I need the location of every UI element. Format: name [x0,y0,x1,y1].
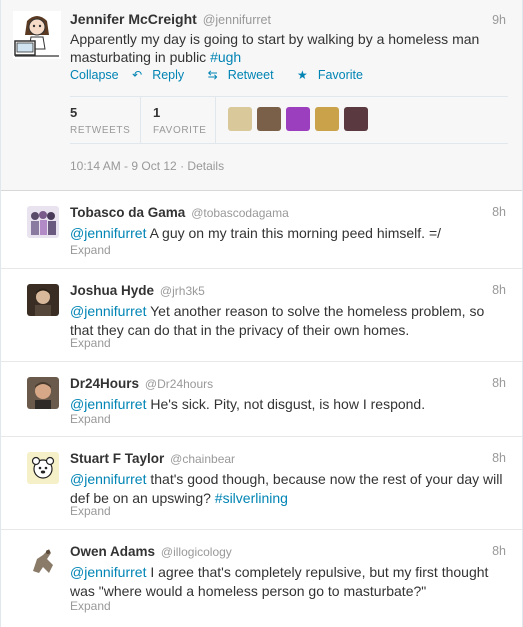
reply-icon: ↶ [132,68,143,82]
reply-tweet[interactable]: Tobasco da Gama @tobascodagama 8h @jenni… [1,191,522,269]
author-name[interactable]: Joshua Hyde [70,283,154,298]
tweet-text: Apparently my day is going to start by w… [70,30,500,66]
tweet-actions: Collapse ↶ Reply ⇆ Retweet ★ Favorite [70,68,383,82]
favoriter-avatar[interactable] [228,107,252,131]
tweet-time[interactable]: 8h [492,451,506,465]
reply-label: Reply [152,68,185,82]
details-link[interactable]: Details [187,159,224,173]
expand-link[interactable]: Expand [70,504,111,518]
expand-link[interactable]: Expand [70,243,111,257]
expand-link[interactable]: Expand [70,336,111,350]
reply-tweet[interactable]: Owen Adams @illogicology 8h @jennifurret… [1,530,522,626]
favorites-stat[interactable]: 1 FAVORITE [153,105,207,136]
mention-link[interactable]: @jennifurret [70,396,146,412]
hashtag-link[interactable]: #ugh [210,49,241,65]
author-username[interactable]: @chainbear [170,452,235,466]
mention-link[interactable]: @jennifurret [70,471,146,487]
tweet-conversation: Jennifer McCreight @jennifurret 9h Appar… [0,0,523,627]
tweet-header: Owen Adams @illogicology 8h [70,543,506,561]
tweet-time[interactable]: 8h [492,283,506,297]
tweet-stats: 5 RETWEETS 1 FAVORITE [70,96,508,144]
retweet-icon: ⇆ [207,68,218,82]
author-name[interactable]: Tobasco da Gama [70,205,185,220]
tweet-text: @jennifurret that's good though, because… [70,470,510,508]
author-username[interactable]: @Dr24hours [145,377,213,391]
expand-link[interactable]: Expand [70,599,111,613]
author-name[interactable]: Dr24Hours [70,376,139,391]
tweet-time[interactable]: 8h [492,376,506,390]
main-tweet[interactable]: Jennifer McCreight @jennifurret 9h Appar… [1,0,522,191]
stats-divider [140,97,141,143]
mention-link[interactable]: @jennifurret [70,303,146,319]
favoriter-avatar[interactable] [344,107,368,131]
tweet-time[interactable]: 8h [492,544,506,558]
tweet-header: Jennifer McCreight @jennifurret 9h [70,11,506,31]
favorites-count: 1 [153,105,161,120]
avatar[interactable] [27,545,59,577]
favoriter-avatar[interactable] [257,107,281,131]
avatar[interactable] [27,452,59,484]
tweet-header: Tobasco da Gama @tobascodagama 8h [70,204,506,222]
reply-tweet[interactable]: Stuart F Taylor @chainbear 8h @jennifurr… [1,437,522,530]
reply-button[interactable]: ↶ Reply [132,68,194,82]
tweet-header: Joshua Hyde @jrh3k5 8h [70,282,506,300]
star-icon: ★ [297,68,308,82]
favorites-label: FAVORITE [153,125,207,136]
tweet-body: He's sick. Pity, not disgust, is how I r… [146,396,426,412]
author-username[interactable]: @illogicology [161,545,232,559]
stats-divider [215,97,216,143]
author-username[interactable]: @tobascodagama [191,206,289,220]
tweet-body: Apparently my day is going to start by w… [70,31,480,65]
expand-link[interactable]: Expand [70,412,111,426]
reply-tweet[interactable]: Joshua Hyde @jrh3k5 8h @jennifurret Yet … [1,269,522,362]
tweet-time[interactable]: 9h [492,13,506,27]
avatar[interactable] [27,206,59,238]
retweets-count: 5 [70,105,78,120]
retweets-stat[interactable]: 5 RETWEETS [70,105,130,136]
avatar[interactable] [13,11,61,59]
collapse-link[interactable]: Collapse [70,68,119,82]
tweet-text: @jennifurret Yet another reason to solve… [70,302,510,340]
author-name[interactable]: Jennifer McCreight [70,11,197,27]
tweet-time[interactable]: 8h [492,205,506,219]
avatar[interactable] [27,284,59,316]
mention-link[interactable]: @jennifurret [70,564,146,580]
author-username[interactable]: @jrh3k5 [160,284,205,298]
tweet-header: Dr24Hours @Dr24hours 8h [70,375,506,393]
reply-tweet[interactable]: Dr24Hours @Dr24hours 8h @jennifurret He'… [1,362,522,437]
retweet-button[interactable]: ⇆ Retweet [208,68,284,82]
author-name[interactable]: Stuart F Taylor [70,451,164,466]
retweet-label: Retweet [227,68,274,82]
tweet-header: Stuart F Taylor @chainbear 8h [70,450,506,468]
tweet-text: @jennifurret I agree that's completely r… [70,563,510,601]
retweets-label: RETWEETS [70,125,131,136]
hashtag-link[interactable]: #silverlining [215,490,288,506]
favorite-label: Favorite [317,68,363,82]
tweet-timestamp[interactable]: 10:14 AM - 9 Oct 12 [70,159,177,173]
mention-link[interactable]: @jennifurret [70,225,146,241]
tweet-text: @jennifurret A guy on my train this morn… [70,224,510,243]
tweet-body: A guy on my train this morning peed hims… [146,225,442,241]
tweet-meta: 10:14 AM - 9 Oct 12 · Details [70,159,224,173]
favoriter-avatar[interactable] [315,107,339,131]
favoriter-avatar[interactable] [286,107,310,131]
avatar[interactable] [27,377,59,409]
author-name[interactable]: Owen Adams [70,544,155,559]
author-username[interactable]: @jennifurret [203,13,271,27]
tweet-text: @jennifurret He's sick. Pity, not disgus… [70,395,510,414]
favorite-button[interactable]: ★ Favorite [297,68,373,82]
